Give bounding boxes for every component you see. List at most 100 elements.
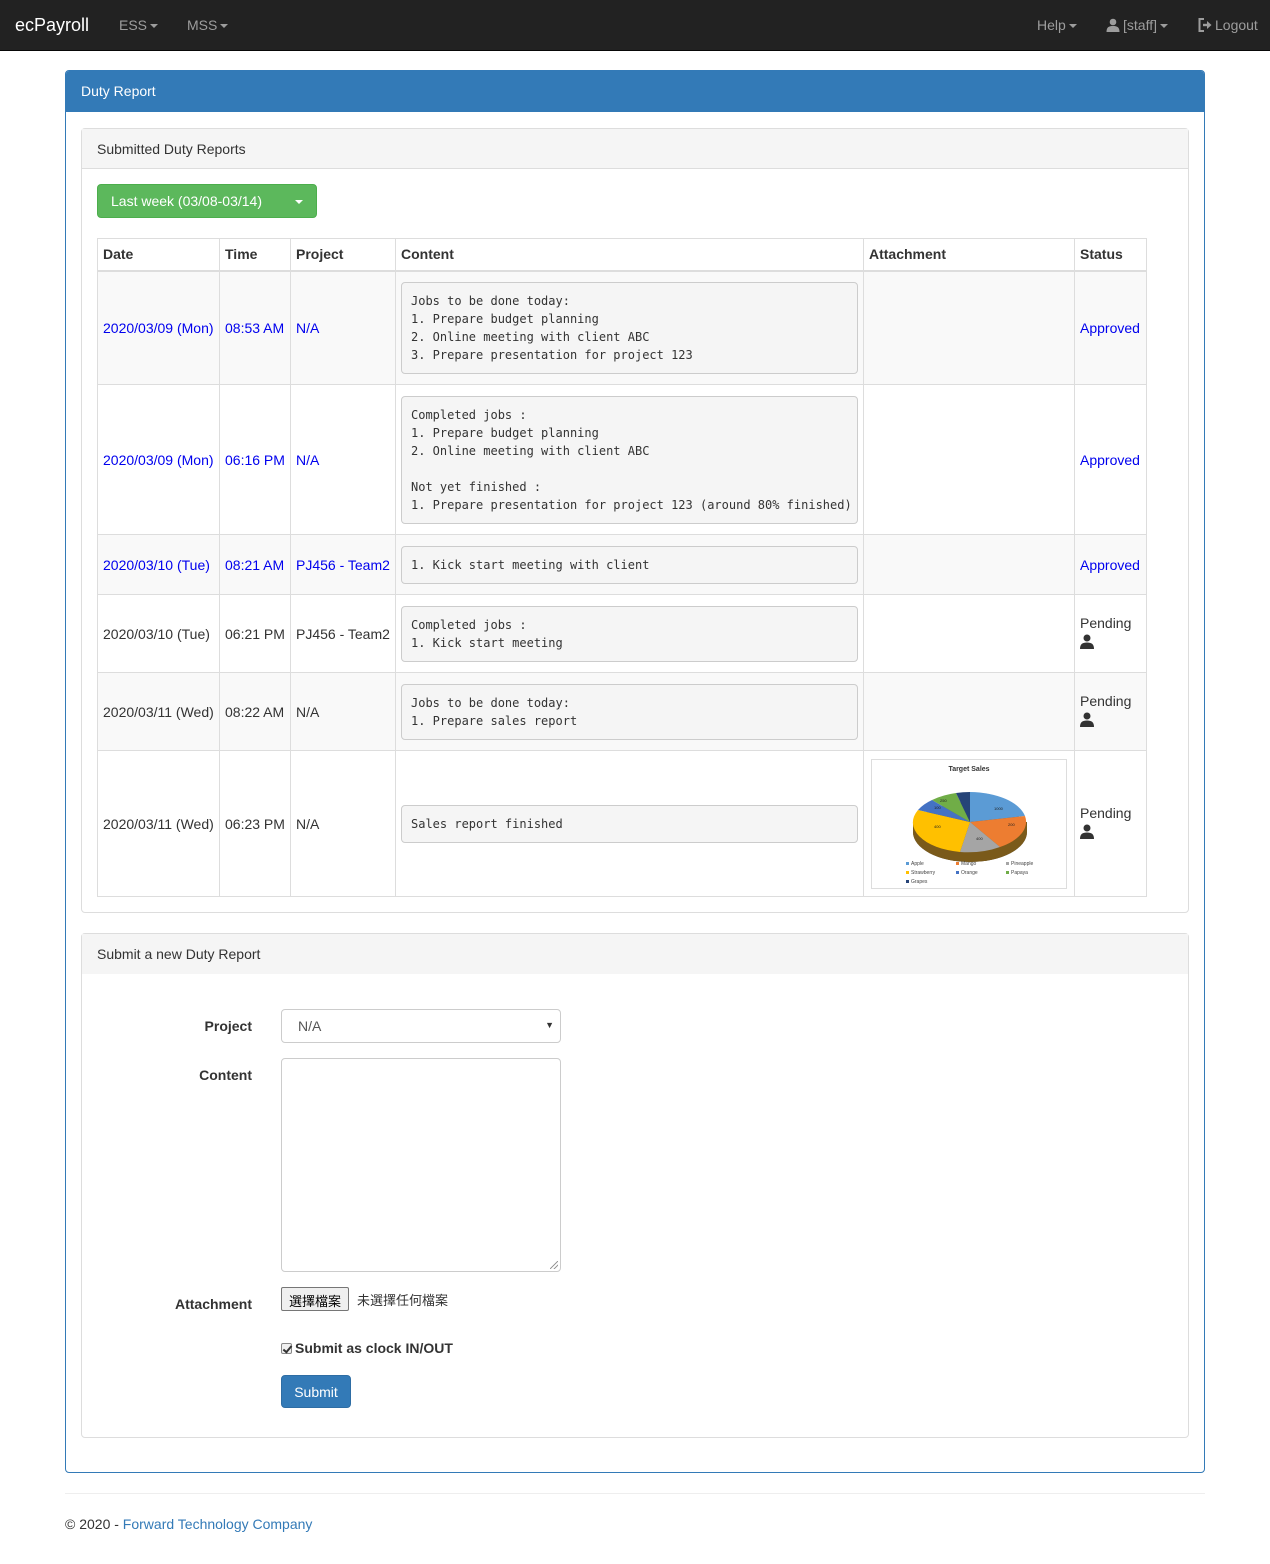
row-date: 2020/03/11 (Wed): [97, 750, 220, 897]
no-file-chosen-text: 未選擇任何檔案: [357, 1294, 449, 1309]
row-status-cell: Pending: [1074, 750, 1147, 897]
column-header-attachment: Attachment: [863, 238, 1075, 272]
column-header-date: Date: [97, 238, 220, 272]
footer-divider: [65, 1493, 1205, 1494]
row-content-cell: Jobs to be done today: 1. Prepare sales …: [395, 672, 864, 751]
status-pending: Pending: [1080, 693, 1132, 709]
clock-inout-checkbox[interactable]: [281, 1343, 292, 1354]
row-date[interactable]: 2020/03/09 (Mon): [97, 384, 220, 535]
row-time[interactable]: 06:16 PM: [219, 384, 291, 535]
nav-logout-link[interactable]: Logout: [1198, 17, 1258, 35]
row-date: 2020/03/10 (Tue): [97, 594, 220, 673]
row-content-cell: Sales report finished: [395, 750, 864, 897]
row-attachment-cell: [863, 384, 1075, 535]
panel-title: Duty Report: [66, 71, 1204, 112]
row-content: Sales report finished: [401, 804, 858, 843]
submit-button[interactable]: Submit: [281, 1375, 351, 1408]
clock-inout-checkbox-row[interactable]: Submit as clock IN/OUT: [281, 1340, 453, 1356]
legend-item: Orange: [961, 869, 978, 876]
pie-label: 100: [934, 805, 941, 810]
submitted-reports-heading: Submitted Duty Reports: [82, 129, 1188, 169]
nav-mss-label: MSS: [187, 17, 218, 33]
content-textarea[interactable]: [281, 1058, 561, 1272]
logout-icon: [1198, 18, 1212, 35]
row-date[interactable]: 2020/03/09 (Mon): [97, 270, 220, 385]
row-project: N/A: [290, 750, 396, 897]
row-time: 06:23 PM: [219, 750, 291, 897]
legend-item: Strawberry: [911, 869, 936, 876]
table-row[interactable]: 2020/03/10 (Tue) 08:21 AM PJ456 - Team2 …: [97, 534, 1147, 595]
attachment-thumbnail[interactable]: Target Sales 1000 250 100 400 200 400 Ap…: [871, 758, 1067, 889]
chevron-down-icon: [1159, 24, 1168, 29]
approver-user-icon[interactable]: [1080, 634, 1141, 652]
row-content: 1. Kick start meeting with client: [401, 545, 858, 584]
submitted-reports-panel: Submitted Duty Reports Last week (03/08-…: [81, 128, 1189, 913]
reports-table: Date Time Project Content Attachment Sta…: [97, 238, 1147, 897]
nav-help-dropdown[interactable]: Help: [1037, 17, 1077, 33]
row-content: Jobs to be done today: 1. Prepare sales …: [401, 683, 858, 740]
row-status-cell: Approved: [1074, 270, 1147, 385]
footer-company-link[interactable]: Forward Technology Company: [123, 1516, 313, 1532]
project-label: Project: [204, 1018, 252, 1034]
footer-copyright: © 2020 -: [65, 1516, 123, 1532]
column-header-content: Content: [395, 238, 864, 272]
row-attachment-cell: [863, 672, 1075, 751]
row-project: N/A: [290, 672, 396, 751]
row-project[interactable]: PJ456 - Team2: [290, 534, 396, 595]
table-row: 2020/03/11 (Wed) 08:22 AM N/A Jobs to be…: [97, 672, 1147, 751]
brand-logo[interactable]: ecPayroll: [15, 15, 89, 36]
row-status-cell: Approved: [1074, 534, 1147, 595]
status-approved[interactable]: Approved: [1080, 557, 1140, 573]
resize-grip-icon[interactable]: [550, 1261, 558, 1269]
choose-file-button[interactable]: 選擇檔案: [281, 1287, 350, 1311]
row-date[interactable]: 2020/03/10 (Tue): [97, 534, 220, 595]
chevron-down-icon: [220, 24, 229, 29]
status-pending: Pending: [1080, 615, 1132, 631]
row-content-cell: Completed jobs : 1. Prepare budget plann…: [395, 384, 864, 535]
row-attachment-cell: [863, 270, 1075, 385]
chevron-down-icon: [150, 24, 159, 29]
footer: © 2020 - Forward Technology Company: [65, 1516, 312, 1532]
row-time: 08:22 AM: [219, 672, 291, 751]
column-header-time: Time: [219, 238, 291, 272]
select-arrow-icon: ▼: [545, 1020, 554, 1030]
row-project[interactable]: N/A: [290, 270, 396, 385]
nav-ess-label: ESS: [119, 17, 148, 33]
table-row: 2020/03/10 (Tue) 06:21 PM PJ456 - Team2 …: [97, 594, 1147, 673]
legend-item: Pineapple: [1011, 860, 1034, 867]
table-row[interactable]: 2020/03/09 (Mon) 06:16 PM N/A Completed …: [97, 384, 1147, 535]
nav-ess-dropdown[interactable]: ESS: [119, 17, 159, 33]
submit-report-panel: Submit a new Duty Report Project N/A ▼ C…: [81, 933, 1189, 1438]
row-project: PJ456 - Team2: [290, 594, 396, 673]
row-time[interactable]: 08:21 AM: [219, 534, 291, 595]
nav-user-dropdown[interactable]: [staff]: [1106, 17, 1168, 35]
pie-label: 1000: [994, 806, 1004, 811]
row-content: Jobs to be done today: 1. Prepare budget…: [401, 281, 858, 374]
pie-label: 200: [1008, 822, 1015, 827]
project-select-value: N/A: [298, 1018, 322, 1034]
chevron-down-icon: [295, 200, 303, 204]
content-label: Content: [199, 1067, 252, 1083]
pie-label: 400: [934, 824, 941, 829]
row-project[interactable]: N/A: [290, 384, 396, 535]
approver-user-icon[interactable]: [1080, 712, 1141, 730]
table-row[interactable]: 2020/03/09 (Mon) 08:53 AM N/A Jobs to be…: [97, 270, 1147, 385]
row-content-cell: Jobs to be done today: 1. Prepare budget…: [395, 270, 864, 385]
row-attachment-cell: [863, 594, 1075, 673]
table-row: 2020/03/11 (Wed) 06:23 PM N/A Sales repo…: [97, 750, 1147, 897]
project-select[interactable]: N/A ▼: [281, 1009, 561, 1043]
row-status-cell: Approved: [1074, 384, 1147, 535]
row-attachment-cell: Target Sales 1000 250 100 400 200 400 Ap…: [863, 750, 1075, 897]
status-approved[interactable]: Approved: [1080, 452, 1140, 468]
attachment-chart-legend: Apple Mango Pineapple Strawberry Orange Papa…: [906, 860, 1056, 887]
nav-mss-dropdown[interactable]: MSS: [187, 17, 229, 33]
row-time[interactable]: 08:53 AM: [219, 270, 291, 385]
week-selector-label: Last week (03/08-03/14): [111, 193, 262, 209]
approver-user-icon[interactable]: [1080, 824, 1141, 842]
week-selector-dropdown[interactable]: Last week (03/08-03/14): [97, 184, 317, 218]
attachment-label: Attachment: [174, 1296, 252, 1312]
status-approved[interactable]: Approved: [1080, 320, 1140, 336]
status-pending: Pending: [1080, 805, 1132, 821]
navbar: ecPayroll ESS MSS Help [staff] Logout: [0, 0, 1270, 51]
column-header-project: Project: [290, 238, 396, 272]
